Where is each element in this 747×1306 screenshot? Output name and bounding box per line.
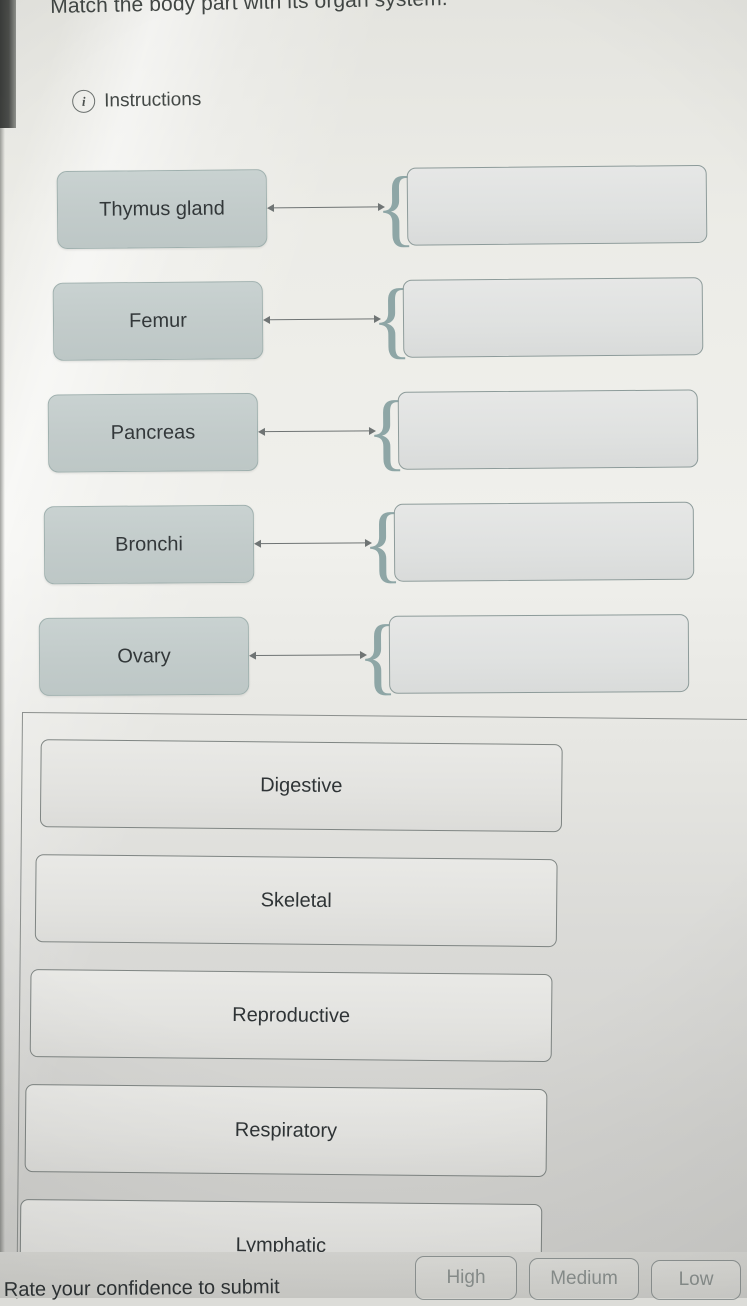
match-row: Ovary { (38, 606, 690, 704)
connector-arrow (262, 312, 382, 327)
matching-area: Thymus gland { Femur { Pancreas { Bronch… (0, 0, 747, 712)
option-item[interactable]: Skeletal (34, 854, 558, 948)
drop-zone[interactable] (393, 501, 695, 582)
confidence-buttons: High Medium Low (415, 1256, 741, 1300)
term-card[interactable]: Bronchi (43, 504, 255, 585)
drop-zone[interactable] (406, 164, 708, 246)
match-row: Pancreas { (47, 382, 699, 480)
drop-zone[interactable] (397, 389, 699, 470)
confidence-low-button[interactable]: Low (651, 1260, 741, 1300)
confidence-high-button[interactable]: High (415, 1256, 517, 1300)
option-item[interactable]: Reproductive (29, 969, 553, 1063)
connector-arrow (266, 200, 386, 215)
option-item[interactable]: Digestive (39, 739, 563, 833)
confidence-medium-button[interactable]: Medium (529, 1258, 639, 1300)
match-row: Femur { (52, 270, 704, 368)
confidence-bar: Rate your confidence to submit High Medi… (0, 1252, 747, 1301)
brace-icon: { (365, 382, 409, 480)
brace-icon: { (370, 270, 414, 368)
term-card[interactable]: Ovary (38, 616, 250, 696)
brace-icon: { (357, 606, 399, 704)
term-card[interactable]: Thymus gland (56, 169, 268, 250)
brace-icon: { (374, 158, 418, 256)
drop-zone[interactable] (402, 277, 704, 358)
match-row: Bronchi { (43, 494, 695, 592)
option-item[interactable]: Respiratory (24, 1084, 548, 1178)
drop-zone[interactable] (388, 614, 690, 694)
brace-icon: { (362, 494, 404, 592)
match-row: Thymus gland { (56, 158, 708, 256)
answer-options-panel: Digestive Skeletal Reproductive Respirat… (16, 712, 747, 1306)
connector-arrow (248, 648, 368, 663)
connector-arrow (257, 424, 377, 439)
confidence-prompt: Rate your confidence to submit (3, 1276, 280, 1301)
term-card[interactable]: Pancreas (47, 392, 259, 473)
connector-arrow (253, 536, 373, 551)
term-card[interactable]: Femur (52, 281, 264, 361)
